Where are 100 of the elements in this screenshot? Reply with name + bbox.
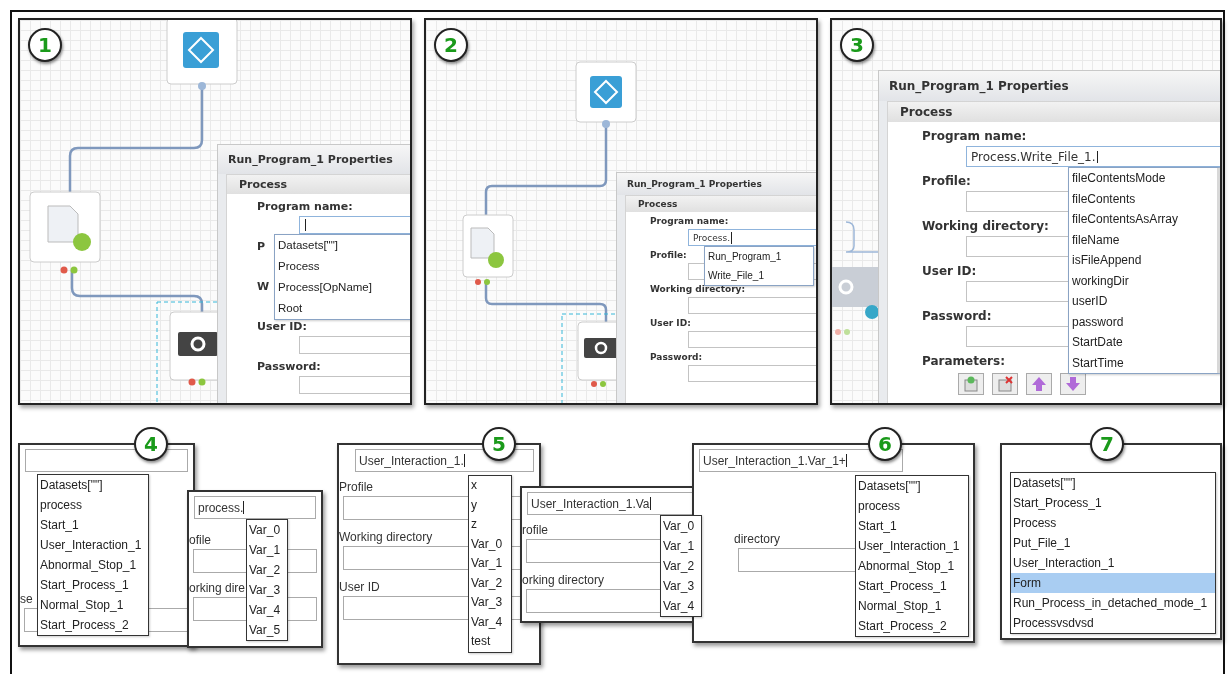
suggestion-item[interactable]: User_Interaction_1 [38, 535, 148, 555]
suggestion-item[interactable]: Datasets[""] [38, 475, 148, 495]
text-field[interactable]: process. [194, 496, 316, 519]
suggestion-item[interactable]: password [1069, 311, 1217, 332]
suggestion-item[interactable]: Write_File_1 [705, 266, 813, 285]
suggestion-item[interactable]: Normal_Stop_1 [856, 596, 968, 616]
suggestion-item[interactable]: StartTime [1069, 352, 1217, 373]
suggestion-item[interactable]: Var_4 [247, 600, 287, 620]
field-label: ofile [189, 533, 211, 547]
section-header: Process [626, 196, 816, 212]
suggestion-item[interactable]: Start_Process_2 [856, 616, 968, 636]
suggestion-item[interactable]: fileContents [1069, 188, 1217, 209]
field-label: orking dire [189, 581, 246, 595]
dialog-title: Run_Program_1 Properties [218, 145, 410, 174]
suggestion-item[interactable]: Var_1 [661, 536, 701, 556]
suggestion-item[interactable]: Abnormal_Stop_1 [38, 555, 148, 575]
text-field[interactable] [25, 449, 188, 472]
suggestion-item[interactable]: test [469, 632, 511, 652]
suggestion-item[interactable]: Process [275, 256, 410, 277]
text-field[interactable]: Process. [688, 229, 816, 246]
suggestion-item[interactable]: Form [1011, 573, 1215, 593]
text-field[interactable] [299, 376, 410, 394]
suggestion-item[interactable]: Start_Process_1 [856, 576, 968, 596]
toolbar-button[interactable] [958, 373, 984, 395]
suggestion-item[interactable]: userID [1069, 291, 1217, 312]
suggestion-item[interactable]: Start_Process_2 [38, 615, 148, 635]
suggestion-item[interactable]: process [856, 496, 968, 516]
suggestion-item[interactable]: Put_File_1 [1011, 533, 1215, 553]
suggestion-item[interactable]: User_Interaction_1 [1011, 553, 1215, 573]
field-label: Profile: [650, 250, 687, 260]
suggestion-item[interactable]: Abnormal_Stop_1 [856, 556, 968, 576]
add-row-icon [963, 376, 979, 392]
text-field[interactable] [299, 216, 410, 234]
suggestion-item[interactable]: Datasets[""] [1011, 473, 1215, 493]
section-header: Process [888, 102, 1220, 122]
field-label: Working directory [339, 530, 433, 544]
text-cursor [649, 497, 651, 510]
suggestion-item[interactable]: Var_2 [247, 560, 287, 580]
suggestion-item[interactable]: isFileAppend [1069, 250, 1217, 271]
field-label: User ID: [650, 318, 691, 328]
suggestion-item[interactable]: Var_0 [247, 520, 287, 540]
suggestion-item[interactable]: Process[OpName] [275, 277, 410, 298]
toolbar-button[interactable] [1060, 373, 1086, 395]
suggestion-item[interactable]: Var_3 [469, 593, 511, 613]
suggestion-item[interactable]: Var_0 [469, 534, 511, 554]
suggestion-item[interactable]: Var_2 [469, 573, 511, 593]
suggestion-item[interactable]: workingDir [1069, 270, 1217, 291]
suggestion-item[interactable]: Var_4 [469, 612, 511, 632]
suggestion-item[interactable]: Var_3 [661, 576, 701, 596]
suggestion-item[interactable]: Var_2 [661, 556, 701, 576]
suggestion-item[interactable]: fileName [1069, 229, 1217, 250]
suggestion-item[interactable]: Var_1 [469, 554, 511, 574]
suggestion-item[interactable]: x [469, 476, 511, 496]
field-label: Password: [257, 360, 321, 373]
field-label: P [257, 240, 266, 253]
suggestion-item[interactable]: Start_1 [38, 515, 148, 535]
text-cursor [243, 501, 245, 514]
step-number: 1 [28, 28, 62, 62]
field-label: orking directory [522, 573, 605, 587]
toolbar-button[interactable] [1026, 373, 1052, 395]
suggestion-item[interactable]: Datasets[""] [275, 235, 410, 256]
step-number: 3 [840, 28, 874, 62]
field-label: Program name: [257, 200, 353, 213]
suggestion-item[interactable]: Start_Process_1 [1011, 493, 1215, 513]
suggestion-item[interactable]: fileContentsMode [1069, 168, 1217, 189]
suggestion-item[interactable]: Var_4 [661, 596, 701, 616]
suggestion-item[interactable]: z [469, 515, 511, 535]
suggestion-item[interactable]: Var_5 [247, 620, 287, 640]
suggestion-item[interactable]: process [38, 495, 148, 515]
arrow-down-icon [1065, 376, 1081, 392]
suggestion-item[interactable]: Var_3 [247, 580, 287, 600]
field-label: Working directory: [650, 284, 746, 294]
suggestion-item[interactable]: Normal_Stop_1 [38, 595, 148, 615]
text-field[interactable] [688, 331, 816, 348]
suggestion-item[interactable]: Processvsdvsd [1011, 613, 1215, 633]
suggestion-item[interactable]: StartDate [1069, 332, 1217, 353]
suggestion-item[interactable]: Var_1 [247, 540, 287, 560]
suggestion-item[interactable]: Start_1 [856, 516, 968, 536]
suggestion-item[interactable]: Run_Program_1 [705, 247, 813, 266]
text-field[interactable] [688, 365, 816, 382]
text-field[interactable] [688, 297, 816, 314]
suggestion-item[interactable]: Run_Process_in_detached_mode_1 [1011, 593, 1215, 613]
suggestion-item[interactable]: Process [1011, 513, 1215, 533]
suggestion-item[interactable]: fileContentsAsArray [1069, 209, 1217, 230]
step-number: 5 [482, 427, 516, 461]
suggestion-item[interactable]: Var_0 [661, 516, 701, 536]
text-cursor [463, 454, 465, 467]
suggestion-item[interactable]: Datasets[""] [856, 476, 968, 496]
field-label: se [20, 592, 33, 606]
suggestion-item[interactable]: Start_Process_1 [38, 575, 148, 595]
toolbar-button[interactable] [992, 373, 1018, 395]
suggestion-item[interactable]: User_Interaction_1 [856, 536, 968, 556]
suggestion-item[interactable]: y [469, 495, 511, 515]
text-field[interactable] [299, 336, 410, 354]
text-field[interactable]: Process.Write_File_1. [966, 146, 1220, 167]
field-label: Password: [650, 352, 703, 362]
text-cursor [305, 219, 306, 231]
suggestion-item[interactable]: Root [275, 298, 410, 319]
arrow-up-icon [1031, 376, 1047, 392]
field-label: User ID [339, 580, 380, 594]
